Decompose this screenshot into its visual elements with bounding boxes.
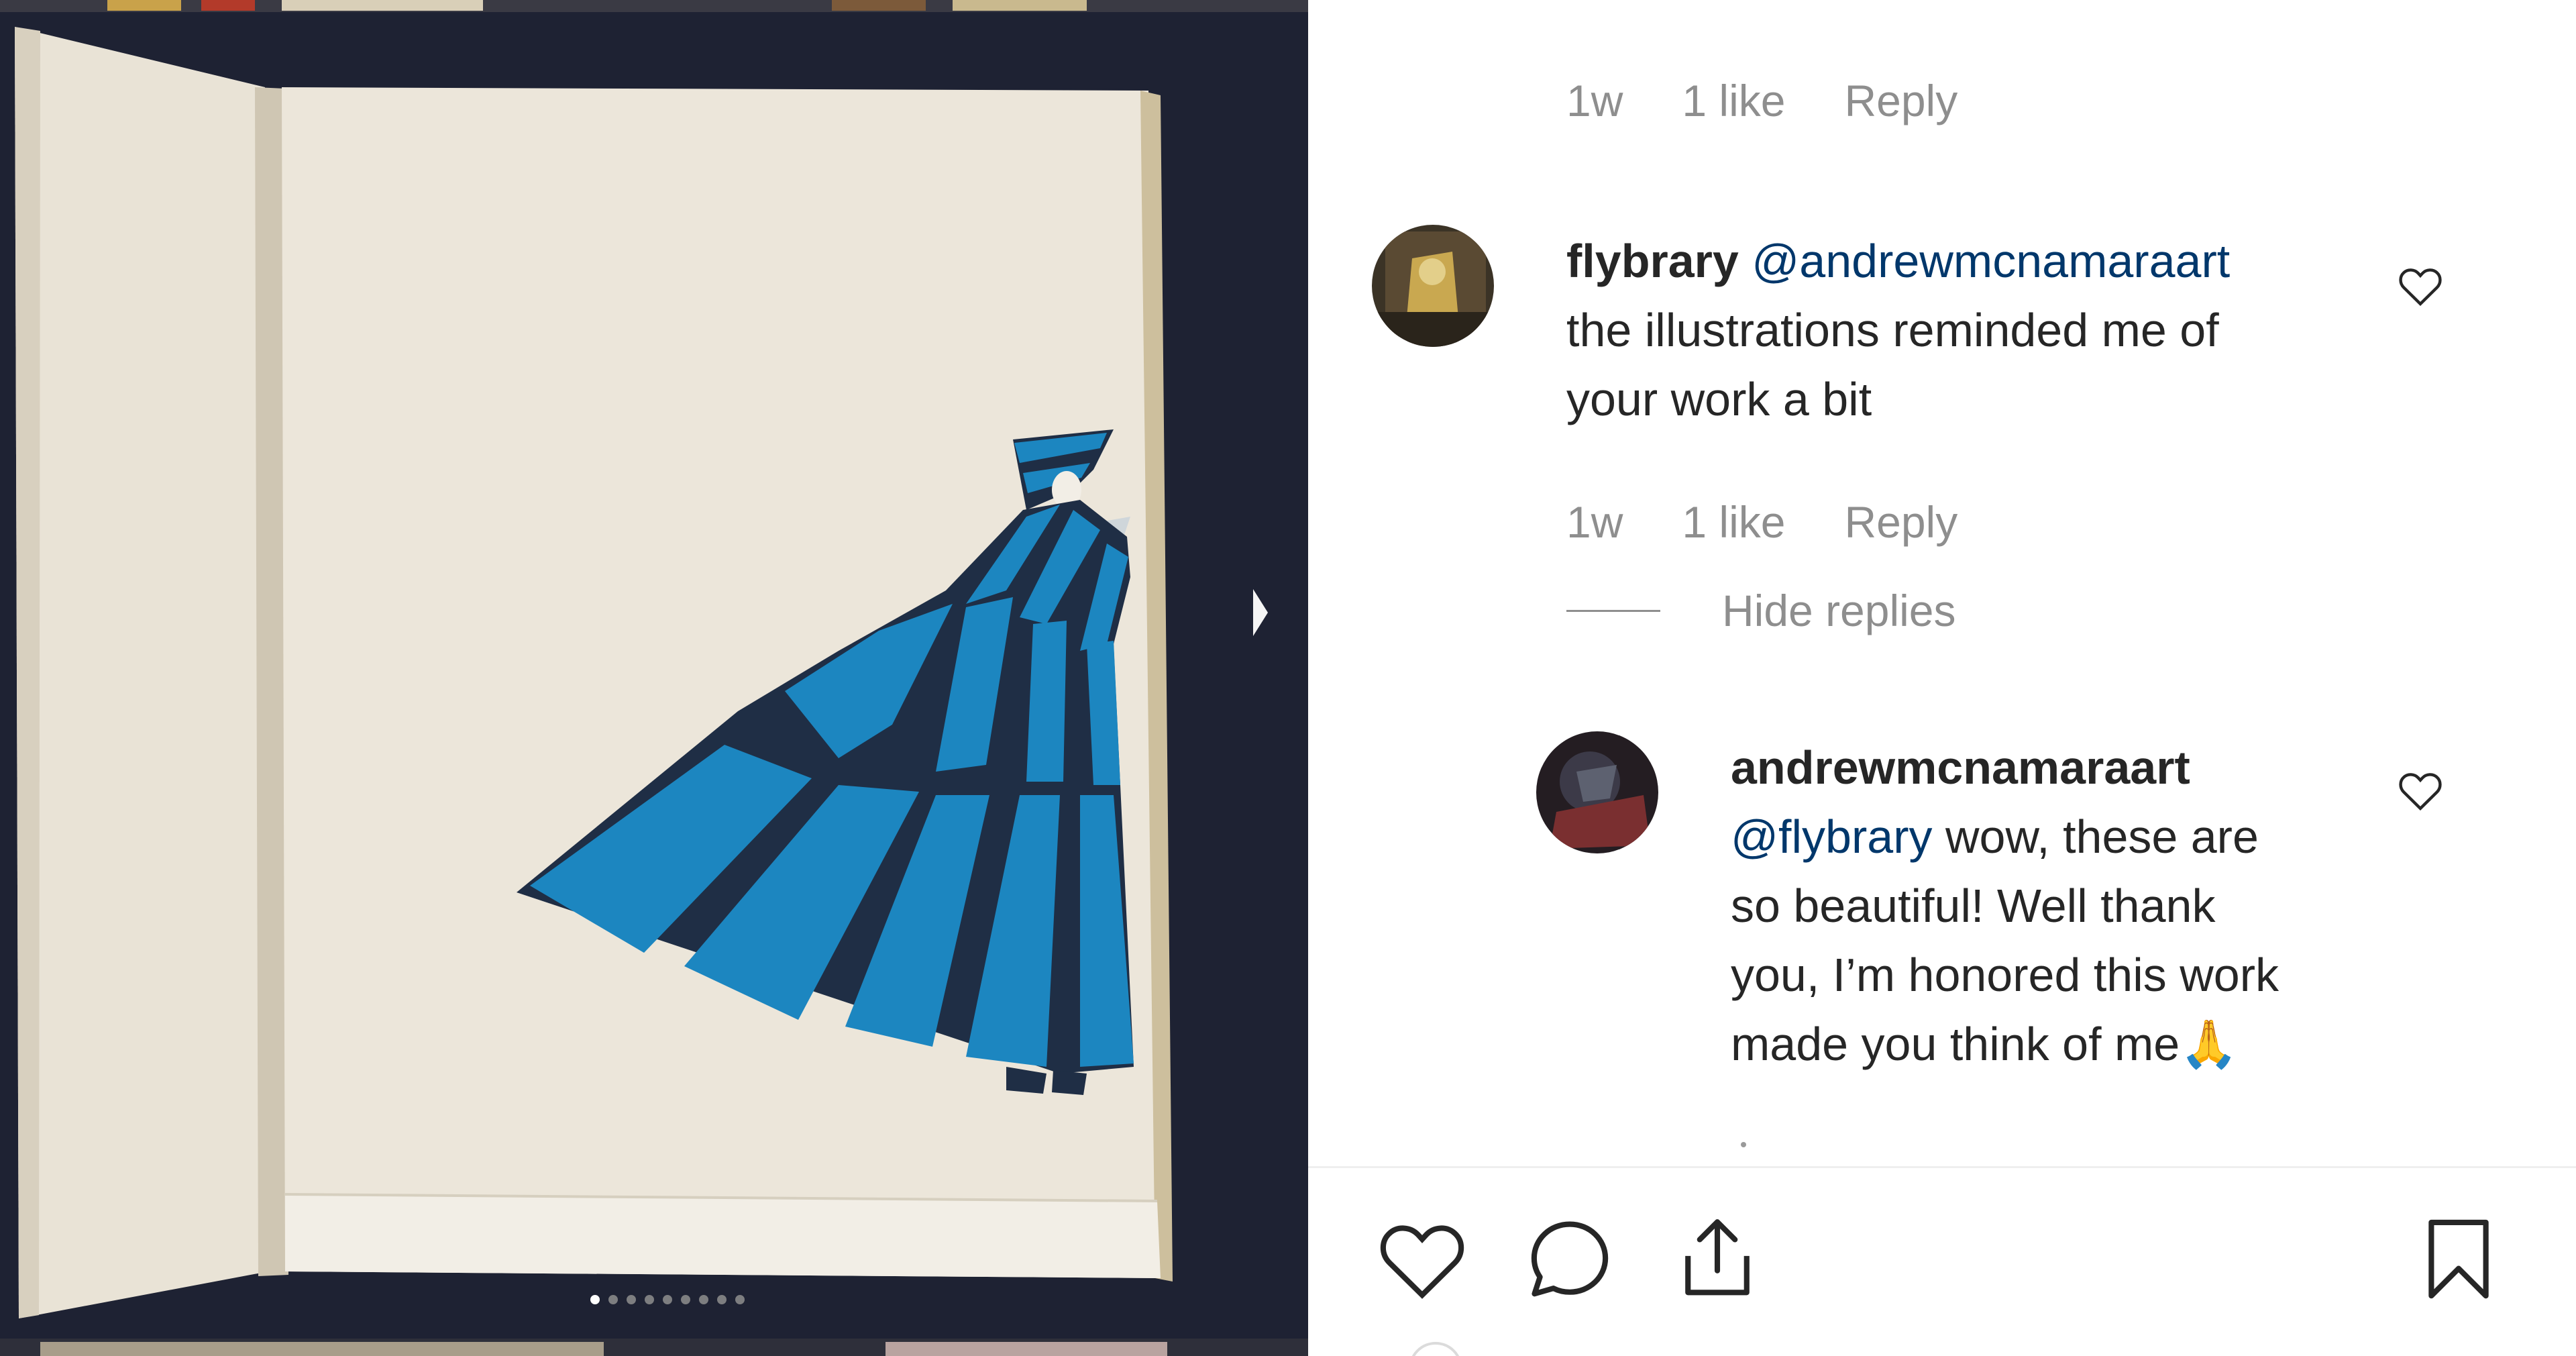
comment-mention[interactable]: @andrewmcnamaraart <box>1752 235 2230 287</box>
carousel-indicator <box>590 1295 745 1304</box>
carousel-dot[interactable] <box>699 1295 708 1304</box>
action-bar-divider <box>1308 1166 2576 1168</box>
avatar-image <box>1372 225 1494 347</box>
carousel-dot[interactable] <box>608 1295 618 1304</box>
instagram-post-view: 1w 1 like Reply flybrary @andrewmcnamara… <box>0 0 2576 1356</box>
bookmark-icon <box>2428 1219 2489 1299</box>
avatar[interactable] <box>1372 225 1494 347</box>
comment-age: 1w <box>1566 76 1623 125</box>
comment-mention[interactable]: @flybrary <box>1731 811 1933 863</box>
liked-by-avatar[interactable] <box>1409 1342 1462 1356</box>
avatar[interactable] <box>1536 731 1658 853</box>
comment-meta-row: 1w 1 like Reply <box>1566 497 2017 547</box>
reply-thread-line <box>1566 609 1660 612</box>
comment-like-count[interactable]: 1 like <box>1682 75 1785 126</box>
carousel-dot[interactable] <box>590 1295 600 1304</box>
carousel-next-button[interactable] <box>1246 582 1273 643</box>
post-photo <box>0 0 1308 1356</box>
heart-icon <box>2399 268 2442 307</box>
save-button[interactable] <box>2408 1208 2509 1312</box>
comment-body: flybrary @andrewmcnamaraart the illustra… <box>1566 227 2230 434</box>
folded-hands-emoji: 🙏 <box>2180 1018 2239 1070</box>
scroll-indicator <box>1741 1142 1746 1147</box>
comment-text-line: so beautiful! Well thank <box>1731 880 2216 932</box>
comment-like-button[interactable] <box>2395 260 2446 311</box>
comment-button[interactable] <box>1519 1209 1620 1313</box>
comment-icon <box>1531 1221 1609 1297</box>
like-button[interactable] <box>1372 1209 1472 1313</box>
carousel-dot[interactable] <box>663 1295 672 1304</box>
share-button[interactable] <box>1667 1208 1768 1312</box>
comment-text-line: your work a bit <box>1566 373 1872 425</box>
comment-text-line: the illustrations reminded me of <box>1566 304 2219 356</box>
hide-replies-button[interactable]: Hide replies <box>1566 585 1956 636</box>
comment-text-line: made you think of me <box>1731 1018 2180 1070</box>
comment-username[interactable]: andrewmcnamaraart <box>1731 741 2190 794</box>
comment-like-button[interactable] <box>2395 765 2446 816</box>
post-image-carousel[interactable] <box>0 0 1308 1356</box>
comment-text-line: wow, these are <box>1932 811 2259 863</box>
carousel-dot[interactable] <box>627 1295 636 1304</box>
chevron-right-icon <box>1253 589 1268 636</box>
reply-button[interactable]: Reply <box>1844 497 1957 547</box>
comment-age: 1w <box>1566 497 1623 547</box>
carousel-dot[interactable] <box>681 1295 690 1304</box>
comment-text-line: you, I’m honored this work <box>1731 949 2279 1001</box>
reply-button[interactable]: Reply <box>1844 75 1957 126</box>
carousel-dot[interactable] <box>717 1295 727 1304</box>
heart-icon <box>1380 1225 1464 1299</box>
comments-panel: 1w 1 like Reply flybrary @andrewmcnamara… <box>1308 0 2576 1356</box>
carousel-dot[interactable] <box>735 1295 745 1304</box>
comment-meta-row: 1w 1 like Reply <box>1566 75 2017 126</box>
carousel-dot[interactable] <box>645 1295 654 1304</box>
hide-replies-label: Hide replies <box>1722 586 1956 635</box>
comment-username[interactable]: flybrary <box>1566 235 1739 287</box>
comment-body: andrewmcnamaraart @flybrary wow, these a… <box>1731 733 2279 1079</box>
heart-icon <box>2399 773 2442 811</box>
avatar-image <box>1536 731 1658 853</box>
share-icon <box>1685 1219 1750 1296</box>
comment-like-count[interactable]: 1 like <box>1682 497 1785 547</box>
